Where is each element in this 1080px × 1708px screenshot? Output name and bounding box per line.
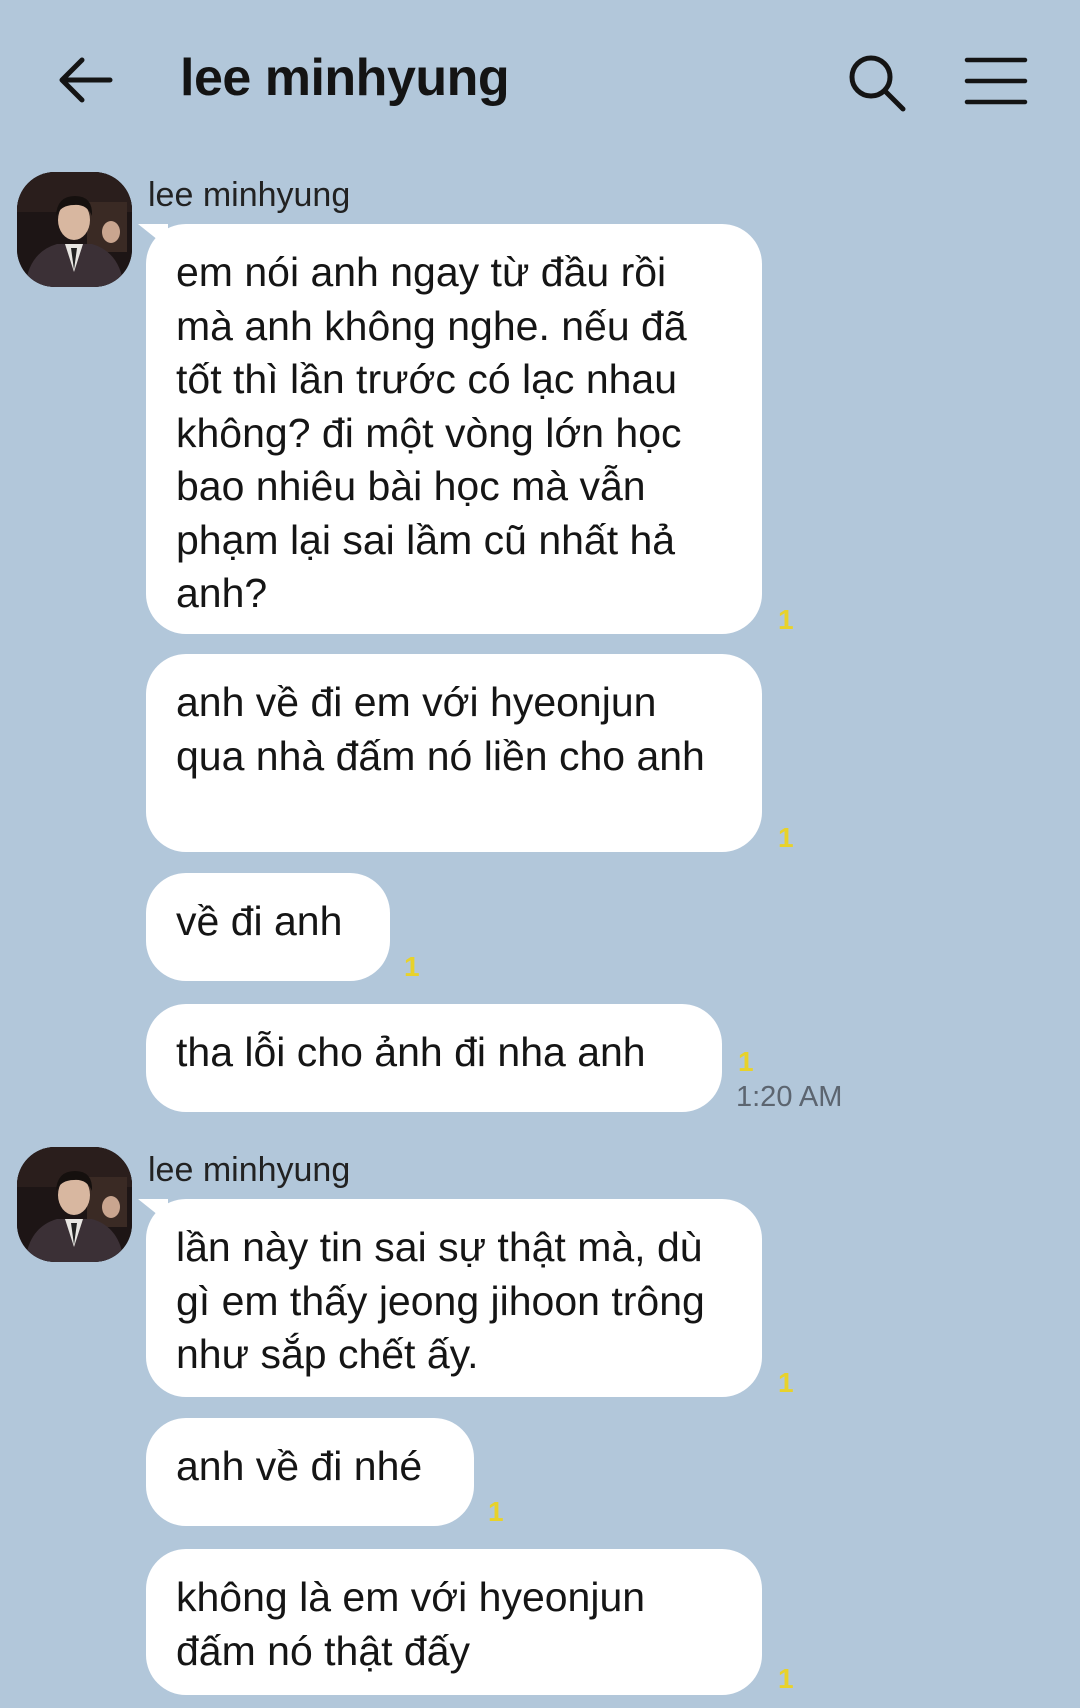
unread-count: 1 xyxy=(778,1367,794,1398)
message-bubble[interactable]: em nói anh ngay từ đầu rồi mà anh không … xyxy=(146,224,762,634)
unread-count: 1 xyxy=(778,604,794,635)
sender-name: lee minhyung xyxy=(148,176,351,214)
unread-count: 1 xyxy=(778,822,794,853)
message-bubble[interactable]: không là em với hyeonjun đấm nó thật đấy xyxy=(146,1549,762,1695)
hamburger-menu-icon xyxy=(964,57,1028,105)
message-bubble[interactable]: về đi anh xyxy=(146,873,390,981)
unread-count: 1 xyxy=(488,1496,504,1527)
unread-count: 1 xyxy=(404,951,420,982)
back-button[interactable] xyxy=(54,52,118,108)
chat-header: lee minhyung xyxy=(0,0,1080,160)
message-bubble[interactable]: tha lỗi cho ảnh đi nha anh xyxy=(146,1004,722,1112)
profile-photo-icon xyxy=(17,172,132,287)
sender-name: lee minhyung xyxy=(148,1151,351,1189)
unread-count: 1 xyxy=(778,1663,794,1694)
search-button[interactable] xyxy=(846,52,908,114)
message-bubble[interactable]: anh về đi nhé xyxy=(146,1418,474,1526)
arrow-left-icon xyxy=(59,57,113,103)
message-bubble[interactable]: lần này tin sai sự thật mà, dù gì em thấ… xyxy=(146,1199,762,1397)
chat-title: lee minhyung xyxy=(180,49,510,107)
menu-button[interactable] xyxy=(964,56,1028,106)
unread-count: 1 xyxy=(738,1046,754,1077)
avatar[interactable] xyxy=(17,172,132,287)
message-bubble[interactable]: anh về đi em với hyeonjun qua nhà đấm nó… xyxy=(146,654,762,852)
message-timestamp: 1:20 AM xyxy=(736,1081,843,1113)
profile-photo-icon xyxy=(17,1147,132,1262)
avatar[interactable] xyxy=(17,1147,132,1262)
search-icon xyxy=(849,55,906,112)
